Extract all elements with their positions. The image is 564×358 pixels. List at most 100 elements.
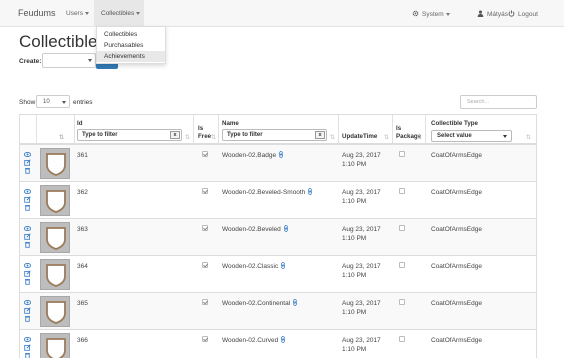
clear-filter-button[interactable]: x (170, 131, 180, 139)
update-clock: 1:10 PM (342, 235, 367, 242)
sort-icon[interactable]: ⇅ (185, 134, 190, 141)
shield-icon (46, 338, 66, 358)
create-type-select[interactable] (42, 53, 96, 68)
shield-icon (46, 264, 66, 287)
table-row: 366 Wooden-02.Curved Aug 23, 2017 1:10 PM Co… (20, 330, 536, 358)
nav-user-name: Mátyás (487, 11, 508, 19)
is-package-checkbox (399, 188, 405, 194)
cell-id: 365 (77, 300, 88, 307)
cell-collectible-type: CoatOfArmsEdge (431, 337, 482, 344)
top-navbar: Feudums Users Collectibles System Mátyás… (0, 0, 564, 27)
delete-icon[interactable] (24, 315, 31, 322)
nav-users-label: Users (66, 10, 83, 17)
delete-icon[interactable] (24, 167, 31, 174)
sort-icon[interactable]: ⇅ (330, 134, 335, 141)
sort-icon[interactable]: ⇅ (384, 134, 389, 141)
clear-filter-button[interactable]: x (315, 131, 325, 139)
table-row: 363 Wooden-02.Beveled Aug 23, 2017 1:10 PM C… (20, 219, 536, 256)
column-header-id[interactable]: Id (77, 120, 83, 128)
chevron-down-icon (62, 101, 66, 104)
cell-id: 363 (77, 226, 88, 233)
edit-icon[interactable] (24, 196, 31, 203)
brand-logo[interactable]: Feudums (18, 8, 56, 18)
gear-icon (412, 10, 419, 19)
is-free-checkbox (202, 188, 208, 194)
name-filter-input[interactable]: Type to filter x (222, 129, 327, 141)
cell-update-time: Aug 23, 2017 1:10 PM (342, 225, 381, 243)
collectible-name: Wooden-02.Badge (222, 152, 277, 159)
dropdown-item-collectibles[interactable]: Collectibles (97, 29, 165, 40)
collectible-name: Wooden-02.Classic (222, 263, 279, 270)
update-date: Aug 23, 2017 (342, 226, 381, 233)
view-icon[interactable] (24, 188, 31, 195)
page-title: Collectibles (19, 32, 106, 51)
table-row: 364 Wooden-02.Classic Aug 23, 2017 1:10 PM C… (20, 256, 536, 293)
update-clock: 1:10 PM (342, 272, 367, 279)
nav-system-menu[interactable]: System (412, 10, 450, 19)
search-input[interactable]: Search... (460, 95, 537, 109)
nav-user-profile[interactable]: Mátyás (477, 10, 508, 19)
view-icon[interactable] (24, 299, 31, 306)
is-free-checkbox (202, 336, 208, 342)
delete-icon[interactable] (24, 241, 31, 248)
update-clock: 1:10 PM (342, 346, 367, 353)
link-icon[interactable] (283, 225, 289, 232)
sort-icon[interactable]: ⇅ (59, 134, 64, 141)
row-actions (24, 188, 32, 212)
column-header-name[interactable]: Name (222, 120, 239, 128)
view-icon[interactable] (24, 262, 31, 269)
cell-name: Wooden-02.Classic (222, 262, 286, 271)
cell-collectible-type: CoatOfArmsEdge (431, 189, 482, 196)
delete-icon[interactable] (24, 352, 31, 358)
collectible-thumbnail (40, 148, 70, 179)
create-label: Create: (19, 58, 42, 65)
update-date: Aug 23, 2017 (342, 189, 381, 196)
collectible-name: Wooden-02.Beveled (222, 226, 281, 233)
sort-icon[interactable]: ⇅ (417, 134, 422, 141)
update-clock: 1:10 PM (342, 161, 367, 168)
update-date: Aug 23, 2017 (342, 337, 381, 344)
type-select-value: Select value (437, 133, 472, 139)
cell-name: Wooden-02.Beveled-Smooth (222, 188, 313, 197)
row-actions (24, 336, 32, 358)
edit-icon[interactable] (24, 344, 31, 351)
cell-id: 362 (77, 189, 88, 196)
cell-update-time: Aug 23, 2017 1:10 PM (342, 299, 381, 317)
page-size-select[interactable]: 10 (36, 95, 70, 108)
delete-icon[interactable] (24, 204, 31, 211)
link-icon[interactable] (292, 299, 298, 306)
sort-icon[interactable]: ⇅ (211, 134, 216, 141)
collectible-type-filter-select[interactable]: Select value (431, 130, 512, 142)
column-header-collectible-type[interactable]: Collectible Type (431, 120, 478, 128)
delete-icon[interactable] (24, 278, 31, 285)
link-icon[interactable] (307, 188, 313, 195)
is-package-checkbox (399, 336, 405, 342)
cell-id: 366 (77, 337, 88, 344)
id-filter-input[interactable]: Type to filter x (77, 129, 182, 141)
nav-collectibles-menu[interactable]: Collectibles (94, 0, 144, 27)
nav-collectibles-label: Collectibles (101, 10, 135, 17)
nav-users-menu[interactable]: Users (66, 10, 89, 17)
sort-icon[interactable]: ⇅ (526, 134, 531, 141)
collectibles-dropdown-menu: Collectibles Purchasables Achievements (96, 26, 166, 64)
link-icon[interactable] (280, 336, 286, 343)
cell-id: 364 (77, 263, 88, 270)
link-icon[interactable] (278, 151, 284, 158)
view-icon[interactable] (24, 225, 31, 232)
show-label: Show (19, 99, 36, 106)
cell-update-time: Aug 23, 2017 1:10 PM (342, 151, 381, 169)
link-icon[interactable] (280, 262, 286, 269)
column-header-update-time[interactable]: UpdateTime (342, 133, 377, 141)
edit-icon[interactable] (24, 233, 31, 240)
edit-icon[interactable] (24, 159, 31, 166)
dropdown-item-purchasables[interactable]: Purchasables (97, 40, 165, 51)
view-icon[interactable] (24, 336, 31, 343)
edit-icon[interactable] (24, 307, 31, 314)
view-icon[interactable] (24, 151, 31, 158)
row-actions (24, 299, 32, 323)
nav-logout-link[interactable]: Logout (508, 10, 538, 19)
cell-name: Wooden-02.Continental (222, 299, 298, 308)
cell-name: Wooden-02.Curved (222, 336, 286, 345)
edit-icon[interactable] (24, 270, 31, 277)
dropdown-item-achievements[interactable]: Achievements (97, 51, 165, 62)
